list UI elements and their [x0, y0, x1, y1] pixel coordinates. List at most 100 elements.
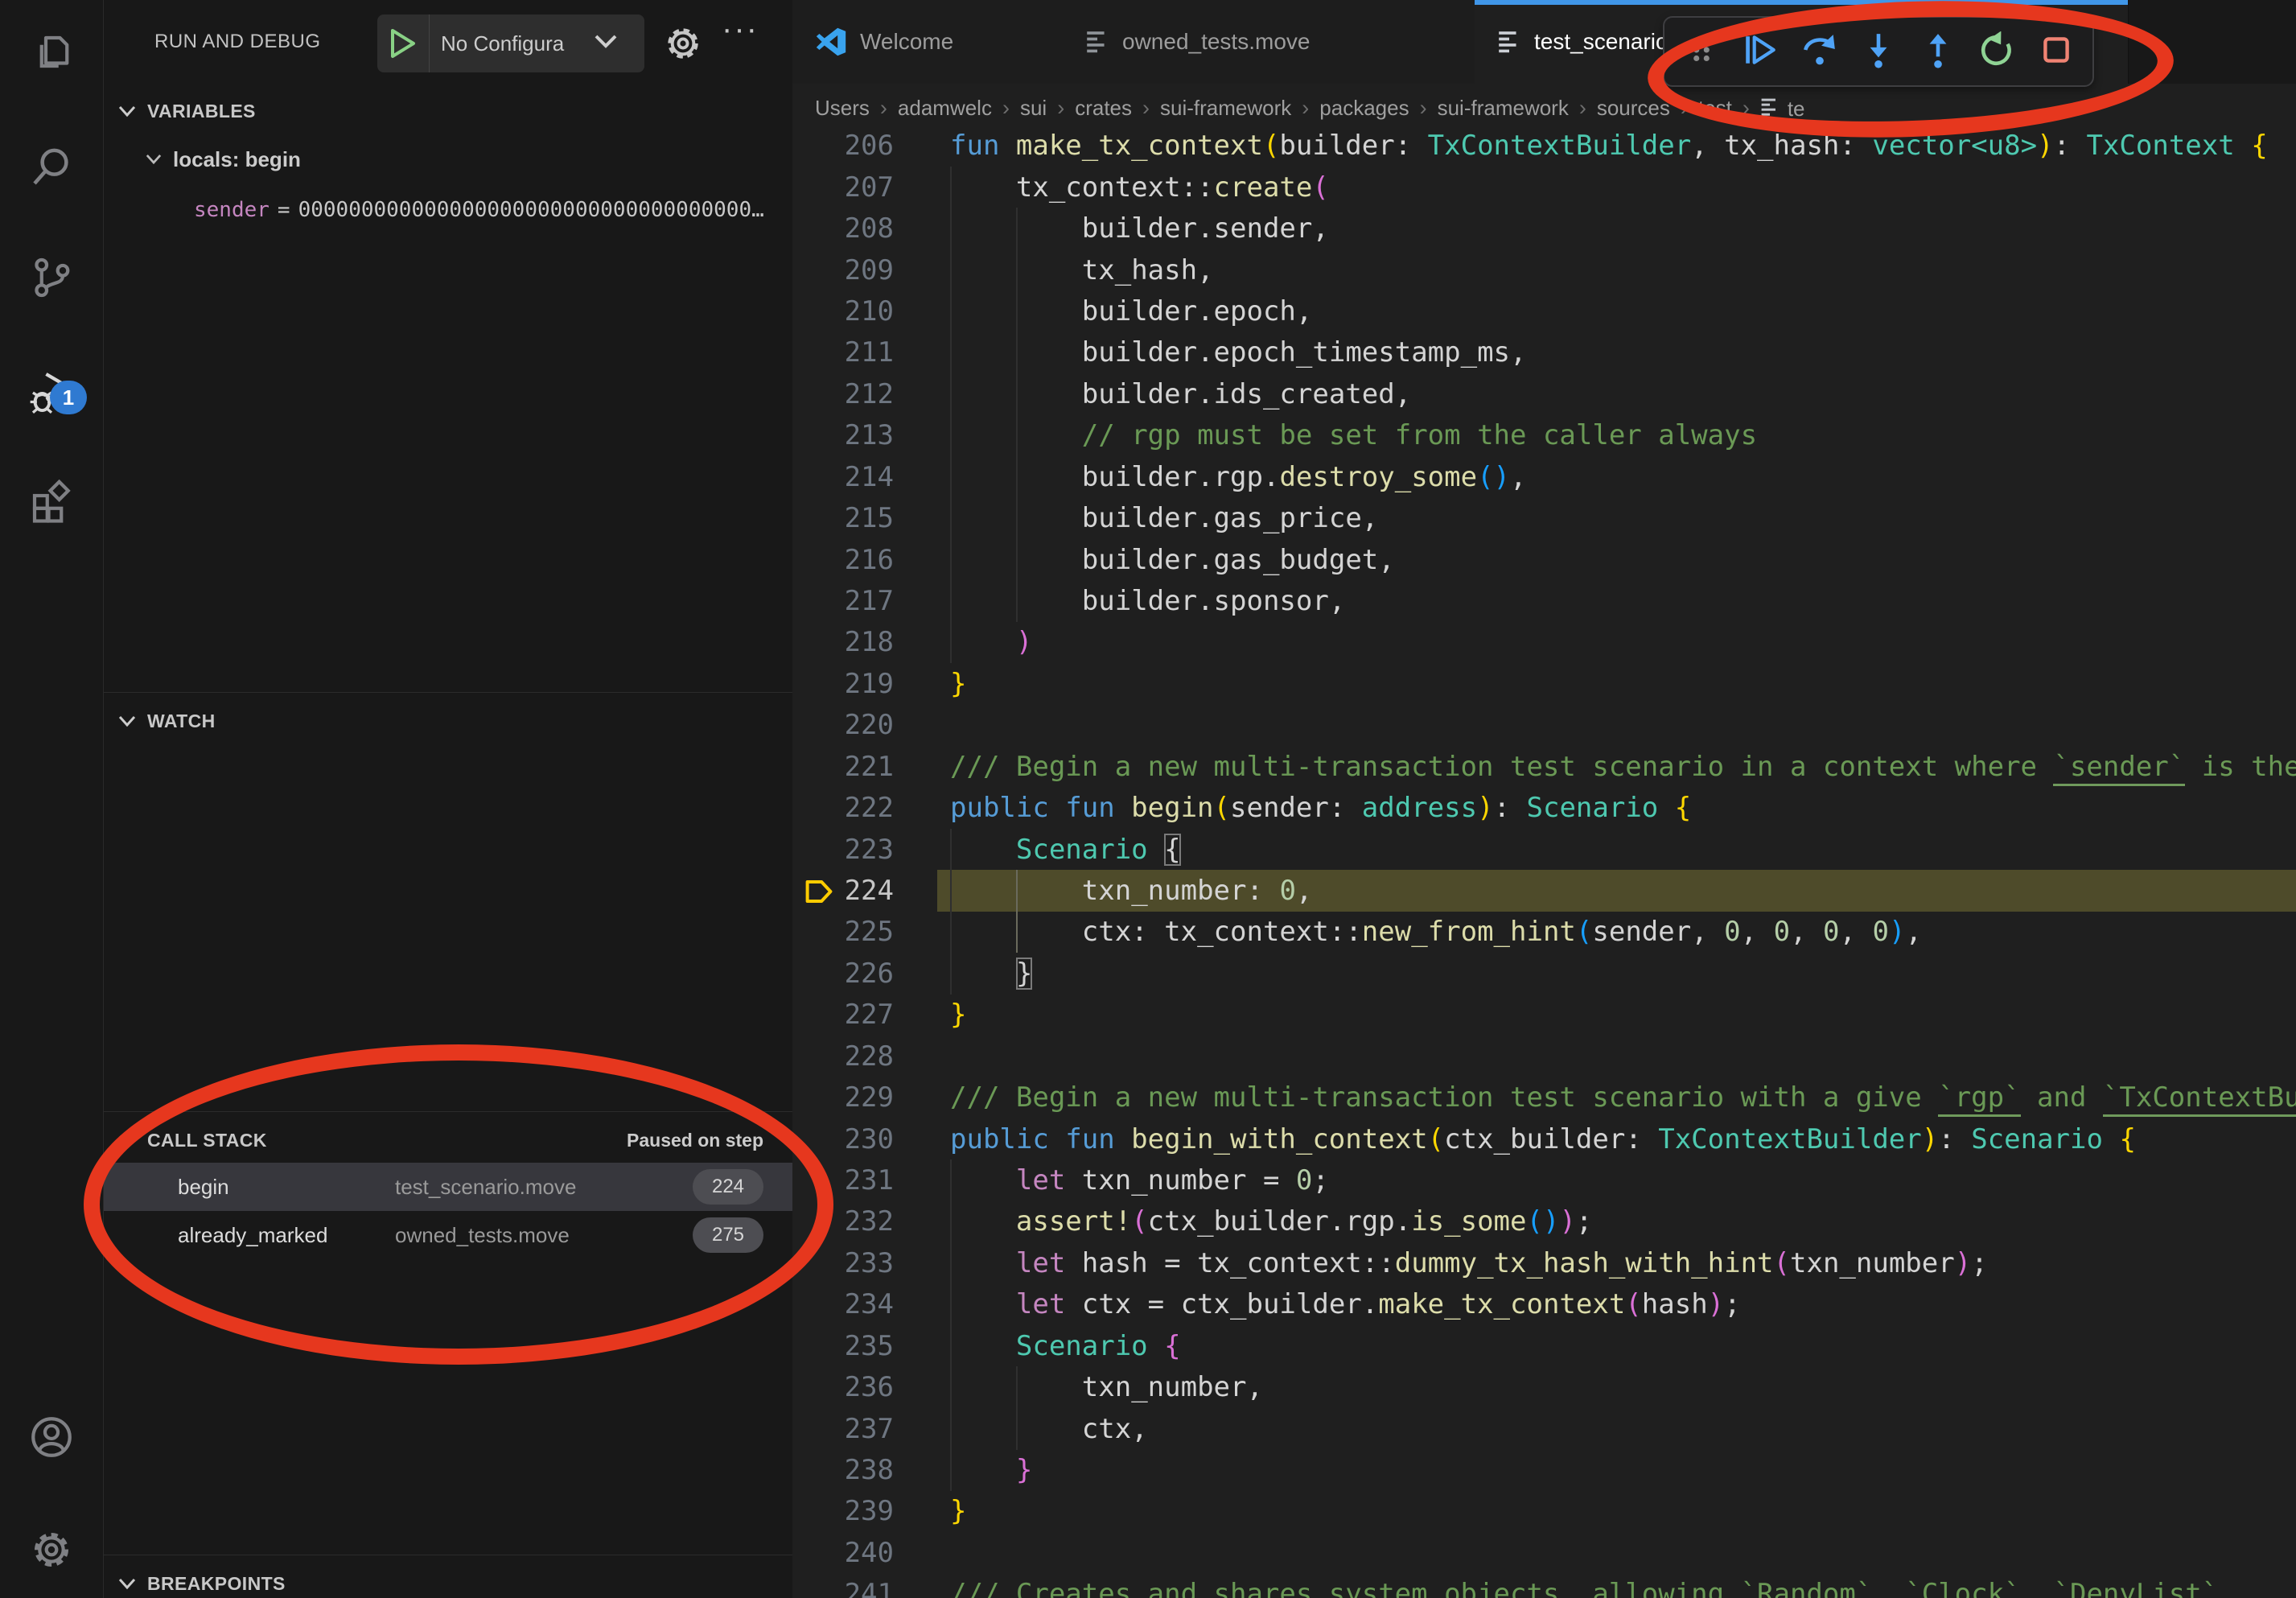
line-number[interactable]: 227: [792, 994, 894, 1036]
activity-item-run-and-debug[interactable]: 1: [0, 350, 103, 439]
code-line-238[interactable]: 238}: [792, 1449, 2296, 1491]
code-line-235[interactable]: 235Scenario {: [792, 1325, 2296, 1367]
code-line-225[interactable]: 225ctx: tx_context::new_from_hint(sender…: [792, 911, 2296, 953]
line-number[interactable]: 211: [792, 332, 894, 373]
code-line-223[interactable]: 223Scenario {: [792, 829, 2296, 871]
continue-button[interactable]: [1738, 29, 1783, 74]
breadcrumb-item-sui[interactable]: sui: [1020, 96, 1047, 121]
code-line-228[interactable]: 228: [792, 1036, 2296, 1077]
line-number[interactable]: 237: [792, 1408, 894, 1450]
code-line-239[interactable]: 239}: [792, 1490, 2296, 1532]
stop-button[interactable]: [2034, 29, 2079, 74]
line-number[interactable]: 216: [792, 539, 894, 581]
code-line-215[interactable]: 215builder.gas_price,: [792, 497, 2296, 539]
code-line-207[interactable]: 207tx_context::create(: [792, 167, 2296, 208]
line-number[interactable]: 229: [792, 1077, 894, 1118]
code-editor[interactable]: 206fun make_tx_context(builder: TxContex…: [792, 133, 2296, 1598]
step-into-button[interactable]: [1856, 29, 1901, 74]
start-debug-icon[interactable]: [377, 14, 430, 72]
restart-button[interactable]: [1974, 29, 2019, 74]
breadcrumb-item-crates[interactable]: crates: [1075, 96, 1132, 121]
line-number[interactable]: 226: [792, 953, 894, 995]
variables-scope-row[interactable]: locals: begin: [104, 138, 792, 180]
code-line-236[interactable]: 236txn_number,: [792, 1366, 2296, 1408]
variable-sender-row[interactable]: sender = 0000000000000000000000000000000…: [194, 190, 789, 230]
line-number[interactable]: 233: [792, 1242, 894, 1284]
activity-item-source-control[interactable]: [0, 235, 103, 323]
code-line-237[interactable]: 237ctx,: [792, 1408, 2296, 1450]
line-number[interactable]: 238: [792, 1449, 894, 1491]
line-number[interactable]: 207: [792, 167, 894, 208]
line-number[interactable]: 212: [792, 373, 894, 415]
tab-welcome[interactable]: Welcome: [792, 0, 1064, 84]
more-actions-icon[interactable]: ···: [722, 11, 759, 47]
section-breakpoints[interactable]: BREAKPOINTS: [104, 1561, 792, 1598]
line-number[interactable]: 241: [792, 1573, 894, 1598]
breadcrumb-item-packages[interactable]: packages: [1319, 96, 1409, 121]
breadcrumb-item-sui-framework[interactable]: sui-framework: [1438, 96, 1569, 121]
line-number[interactable]: 224: [792, 870, 894, 912]
breadcrumb-item-te[interactable]: te: [1760, 95, 1805, 121]
line-number[interactable]: 235: [792, 1325, 894, 1367]
breadcrumb-item-sources[interactable]: sources: [1597, 96, 1670, 121]
code-line-234[interactable]: 234let ctx = ctx_builder.make_tx_context…: [792, 1283, 2296, 1325]
code-line-208[interactable]: 208builder.sender,: [792, 208, 2296, 249]
tab-owned-tests-move[interactable]: owned_tests.move: [1063, 0, 1475, 84]
debug-config-dropdown[interactable]: No Configura: [377, 14, 644, 72]
line-number[interactable]: 228: [792, 1036, 894, 1077]
line-number[interactable]: 206: [792, 133, 894, 167]
line-number[interactable]: 222: [792, 787, 894, 829]
code-line-212[interactable]: 212builder.ids_created,: [792, 373, 2296, 415]
line-number[interactable]: 218: [792, 621, 894, 663]
code-line-221[interactable]: 221/// Begin a new multi-transaction tes…: [792, 746, 2296, 788]
section-variables[interactable]: VARIABLES: [104, 89, 792, 134]
code-line-213[interactable]: 213// rgp must be set from the caller al…: [792, 414, 2296, 456]
code-line-230[interactable]: 230public fun begin_with_context(ctx_bui…: [792, 1118, 2296, 1160]
code-line-233[interactable]: 233let hash = tx_context::dummy_tx_hash_…: [792, 1242, 2296, 1284]
call-stack-frame-already_marked[interactable]: already_markedowned_tests.move275: [104, 1211, 792, 1259]
line-number[interactable]: 214: [792, 456, 894, 498]
code-line-226[interactable]: 226}: [792, 953, 2296, 995]
code-line-222[interactable]: 222public fun begin(sender: address): Sc…: [792, 787, 2296, 829]
code-line-227[interactable]: 227}: [792, 994, 2296, 1036]
code-line-232[interactable]: 232assert!(ctx_builder.rgp.is_some());: [792, 1201, 2296, 1242]
line-number[interactable]: 219: [792, 663, 894, 705]
activity-item-settings[interactable]: [0, 1507, 103, 1596]
code-line-224[interactable]: 224txn_number: 0,: [792, 870, 2296, 912]
line-number[interactable]: 225: [792, 911, 894, 953]
line-number[interactable]: 220: [792, 704, 894, 746]
line-number[interactable]: 236: [792, 1366, 894, 1408]
breadcrumb-item-Users[interactable]: Users: [815, 96, 870, 121]
breadcrumb-item-adamwelc[interactable]: adamwelc: [898, 96, 992, 121]
line-number[interactable]: 209: [792, 249, 894, 291]
line-number[interactable]: 240: [792, 1532, 894, 1574]
code-line-216[interactable]: 216builder.gas_budget,: [792, 539, 2296, 581]
code-line-231[interactable]: 231let txn_number = 0;: [792, 1159, 2296, 1201]
code-line-229[interactable]: 229/// Begin a new multi-transaction tes…: [792, 1077, 2296, 1118]
code-line-220[interactable]: 220: [792, 704, 2296, 746]
activity-item-explorer[interactable]: [0, 12, 103, 101]
gear-icon[interactable]: [657, 18, 709, 69]
line-number[interactable]: 208: [792, 208, 894, 249]
code-line-209[interactable]: 209tx_hash,: [792, 249, 2296, 291]
line-number[interactable]: 231: [792, 1159, 894, 1201]
section-watch[interactable]: WATCH: [104, 698, 792, 743]
step-out-button[interactable]: [1915, 29, 1961, 74]
breadcrumb-item-test[interactable]: test: [1698, 96, 1732, 121]
code-line-219[interactable]: 219}: [792, 663, 2296, 705]
activity-item-account[interactable]: [0, 1394, 103, 1483]
code-line-217[interactable]: 217builder.sponsor,: [792, 580, 2296, 622]
activity-item-search[interactable]: [0, 124, 103, 212]
code-line-241[interactable]: 241/// Creates and shares system objects…: [792, 1573, 2296, 1598]
line-number[interactable]: 221: [792, 746, 894, 788]
line-number[interactable]: 210: [792, 290, 894, 332]
code-line-211[interactable]: 211builder.epoch_timestamp_ms,: [792, 332, 2296, 373]
activity-item-extensions[interactable]: [0, 459, 103, 547]
code-line-206[interactable]: 206fun make_tx_context(builder: TxContex…: [792, 133, 2296, 167]
line-number[interactable]: 234: [792, 1283, 894, 1325]
line-number[interactable]: 239: [792, 1490, 894, 1532]
code-line-218[interactable]: 218): [792, 621, 2296, 663]
line-number[interactable]: 213: [792, 414, 894, 456]
code-line-210[interactable]: 210builder.epoch,: [792, 290, 2296, 332]
code-line-214[interactable]: 214builder.rgp.destroy_some(),: [792, 456, 2296, 498]
